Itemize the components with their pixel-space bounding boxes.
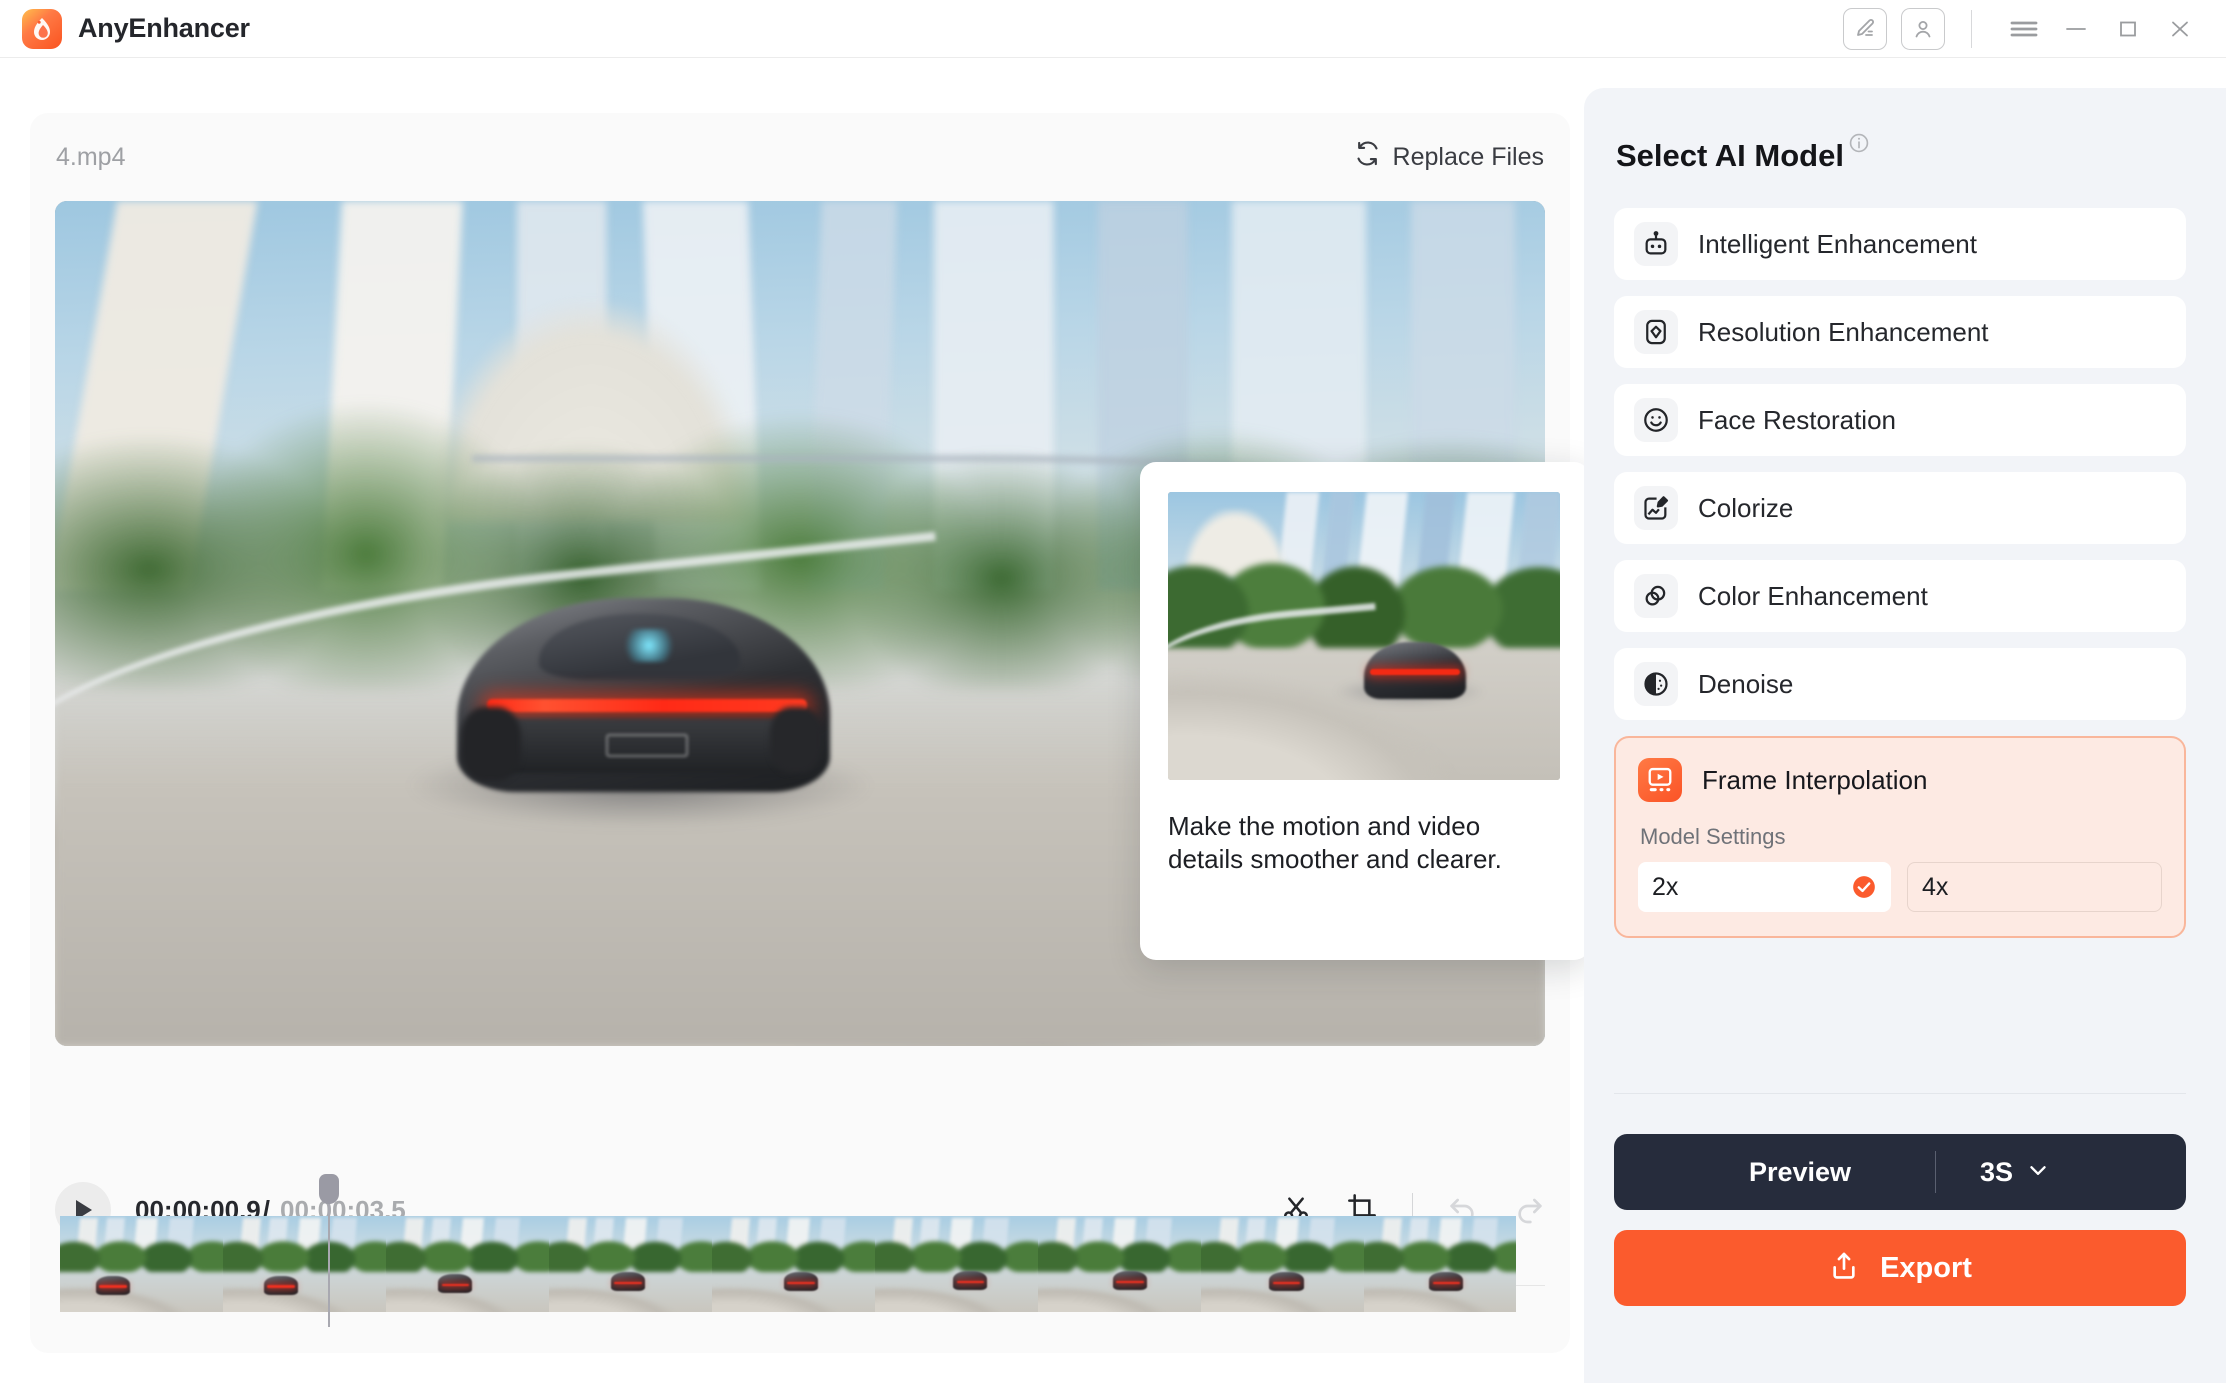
export-label: Export xyxy=(1880,1251,1972,1284)
model-settings-label: Model Settings xyxy=(1640,824,1786,849)
model-item-face-restoration[interactable]: Face Restoration xyxy=(1614,384,2186,456)
titlebar-divider xyxy=(1971,9,1972,48)
panel-header: Select AI Model xyxy=(1616,133,1870,174)
page-title: Select AI Model xyxy=(1616,138,1844,173)
replace-files-label: Replace Files xyxy=(1392,142,1544,171)
refresh-replace-icon xyxy=(1354,140,1381,174)
check-circle-icon xyxy=(1851,874,1877,900)
model-label: Color Enhancement xyxy=(1698,580,1928,611)
filmstrip-thumbnail[interactable] xyxy=(1201,1216,1364,1312)
app-brand: AnyEnhancer xyxy=(22,8,250,49)
file-header-row: 4.mp4 Replace Files xyxy=(56,135,1544,179)
filmstrip-thumbnail[interactable] xyxy=(1364,1216,1516,1312)
smiley-face-icon xyxy=(1634,398,1678,442)
filmstrip-thumbnail[interactable] xyxy=(60,1216,223,1312)
model-item-denoise[interactable]: Denoise xyxy=(1614,648,2186,720)
option-2x-label: 2x xyxy=(1652,872,1679,901)
user-account-icon[interactable] xyxy=(1901,7,1945,50)
preview-divider xyxy=(1935,1151,1937,1193)
video-subject-car xyxy=(405,598,875,828)
minimize-icon[interactable] xyxy=(2050,6,2102,52)
model-item-intelligent-enhancement[interactable]: Intelligent Enhancement xyxy=(1614,208,2186,280)
hamburger-menu-icon[interactable] xyxy=(1998,6,2050,52)
model-description-tooltip: Make the motion and video details smooth… xyxy=(1140,462,1590,960)
app-logo-droplet-icon xyxy=(22,8,62,49)
ai-model-list: Intelligent Enhancement Resolution Enhan… xyxy=(1614,208,2186,954)
model-item-color-enhancement[interactable]: Color Enhancement xyxy=(1614,560,2186,632)
window-controls xyxy=(1843,6,2206,52)
maximize-icon[interactable] xyxy=(2102,6,2154,52)
color-circles-icon xyxy=(1634,574,1678,618)
filmstrip-thumbnail[interactable] xyxy=(712,1216,875,1312)
filmstrip-thumbnail[interactable] xyxy=(386,1216,549,1312)
preview-button[interactable]: Preview 3S xyxy=(1614,1134,2186,1210)
preview-duration: 3S xyxy=(1980,1156,2014,1187)
selected-model-label: Frame Interpolation xyxy=(1702,764,1928,795)
filmstrip-thumbnail[interactable] xyxy=(875,1216,1038,1312)
timeline-playhead-handle[interactable] xyxy=(319,1174,339,1204)
resolution-diamond-icon xyxy=(1634,310,1678,354)
frame-interpolation-icon xyxy=(1638,758,1682,802)
filmstrip-thumbnail[interactable] xyxy=(223,1216,386,1312)
colorize-brush-icon xyxy=(1634,486,1678,530)
filmstrip-thumbnail[interactable] xyxy=(549,1216,712,1312)
option-4x[interactable]: 4x xyxy=(1907,862,2162,912)
model-item-frame-interpolation[interactable]: Frame Interpolation Model Settings 2x 4x xyxy=(1614,736,2186,938)
export-upload-icon xyxy=(1828,1250,1860,1287)
title-bar: AnyEnhancer xyxy=(0,0,2226,58)
robot-icon xyxy=(1634,222,1678,266)
model-label: Intelligent Enhancement xyxy=(1698,228,1977,259)
timeline-filmstrip[interactable] xyxy=(60,1216,1516,1312)
model-label: Colorize xyxy=(1698,492,1794,523)
close-icon[interactable] xyxy=(2154,6,2206,52)
model-label: Resolution Enhancement xyxy=(1698,316,1989,347)
export-button[interactable]: Export xyxy=(1614,1230,2186,1306)
info-circle-icon[interactable] xyxy=(1848,132,1870,159)
option-4x-label: 4x xyxy=(1922,872,1949,901)
model-settings-options: 2x 4x xyxy=(1638,862,2162,912)
model-item-resolution-enhancement[interactable]: Resolution Enhancement xyxy=(1614,296,2186,368)
preview-label: Preview xyxy=(1748,1156,1852,1187)
option-2x[interactable]: 2x xyxy=(1638,862,1891,912)
redo-icon[interactable] xyxy=(1513,1192,1545,1229)
pencil-edit-icon[interactable] xyxy=(1843,7,1887,50)
app-title: AnyEnhancer xyxy=(78,13,250,43)
tooltip-description-text: Make the motion and video details smooth… xyxy=(1168,811,1502,875)
model-label: Face Restoration xyxy=(1698,404,1896,435)
chevron-down-icon[interactable] xyxy=(2025,1157,2051,1188)
ai-model-panel: Select AI Model Intelligent Enhancement xyxy=(1584,88,2226,1383)
tooltip-preview-thumbnail xyxy=(1168,492,1560,780)
filmstrip-thumbnail[interactable] xyxy=(1038,1216,1201,1312)
model-label: Denoise xyxy=(1698,668,1794,699)
file-name-label: 4.mp4 xyxy=(56,142,126,171)
model-item-colorize[interactable]: Colorize xyxy=(1614,472,2186,544)
replace-files-button[interactable]: Replace Files xyxy=(1354,140,1544,174)
panel-divider xyxy=(1614,1093,2186,1094)
denoise-half-circle-icon xyxy=(1634,662,1678,706)
